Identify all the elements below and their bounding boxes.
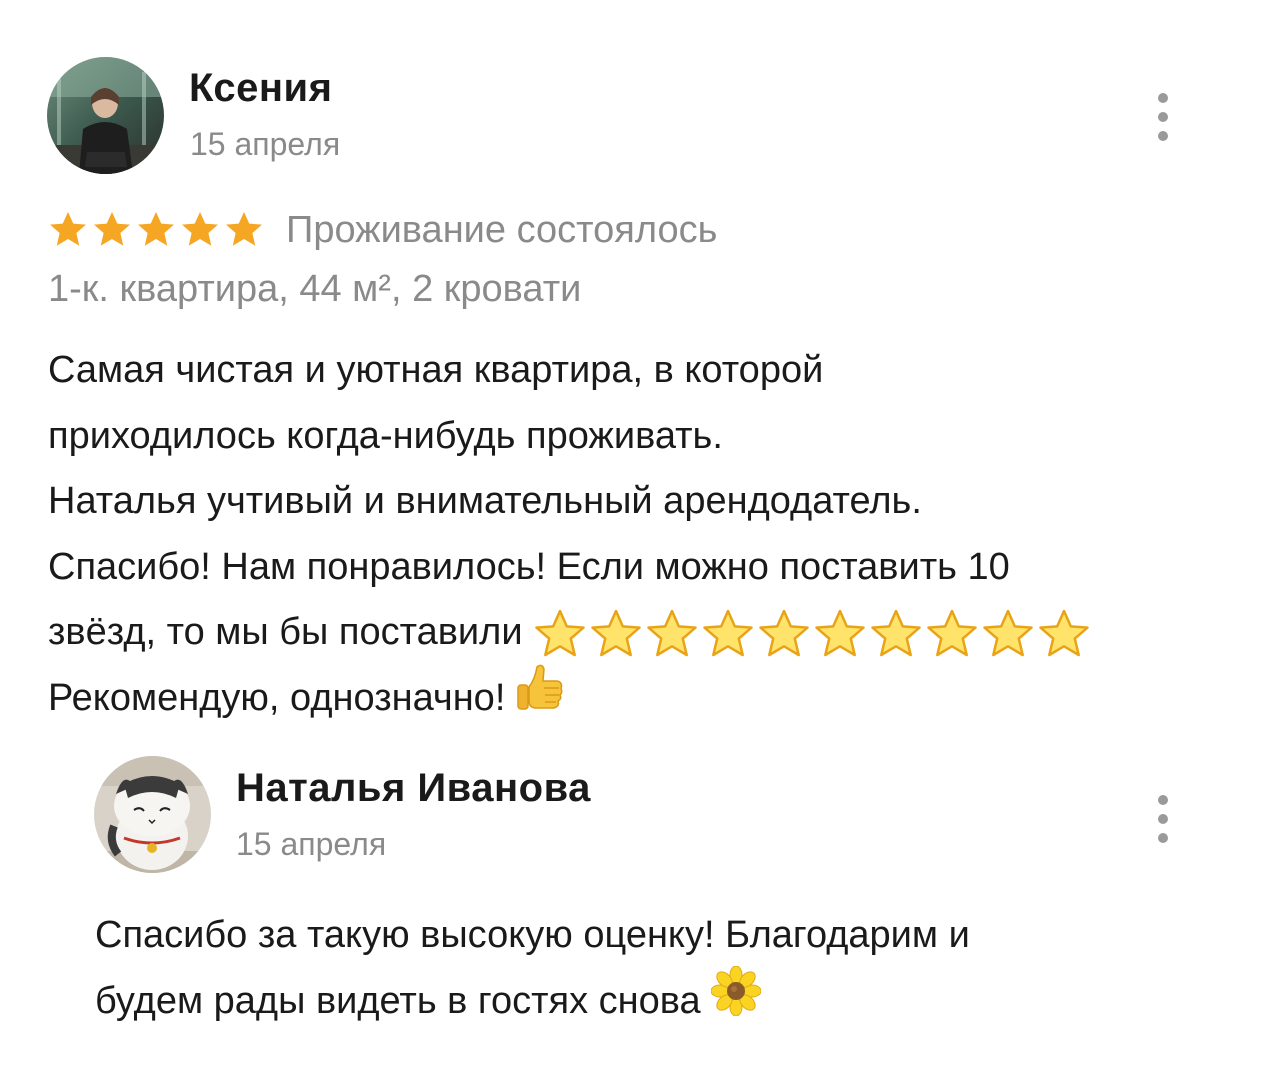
star-emoji-icon [814, 609, 865, 656]
rating-star-icon [226, 212, 262, 246]
star-emoji-icon [590, 609, 641, 656]
star-emoji-icon [534, 609, 585, 656]
review-text: Самая чистая и уютная квартира, в которо… [48, 338, 1238, 731]
stay-status: Проживание состоялось [286, 208, 718, 251]
reply-text-line: Спасибо за такую высокую оценку! Благода… [95, 914, 970, 956]
review-more-icon[interactable] [1151, 93, 1175, 141]
star-emoji-icon [982, 609, 1033, 656]
star-emoji-icon [758, 609, 809, 656]
rating-stars [48, 210, 264, 250]
rating-star-icon [94, 212, 130, 246]
menu-dot [1158, 814, 1168, 824]
star-emoji-icon [702, 609, 753, 656]
reply-text-line: будем рады видеть в гостях снова [95, 965, 1235, 1038]
menu-dot [1158, 131, 1168, 141]
star-emoji-icon [1038, 609, 1089, 656]
reply-text: Спасибо за такую высокую оценку! Благода… [95, 903, 1235, 1034]
reply-date: 15 апреля [236, 826, 387, 862]
menu-dot [1158, 833, 1168, 843]
star-emoji-icon [926, 609, 977, 656]
review-text-line: Рекомендую, однозначно! [48, 664, 1238, 732]
menu-dot [1158, 93, 1168, 103]
review-text-line: Спасибо! Нам понравилось! Если можно пос… [48, 545, 1010, 588]
menu-dot [1158, 112, 1168, 122]
star-emoji-icon [870, 609, 921, 656]
thumbs-up-emoji-icon [515, 661, 565, 737]
reviewer-avatar[interactable] [47, 57, 164, 174]
rating-star-icon [50, 212, 86, 246]
cat-toy-avatar-icon [94, 756, 211, 873]
reply-author-avatar[interactable] [94, 756, 211, 873]
reply-more-icon[interactable] [1151, 795, 1175, 843]
reviewer-name[interactable]: Ксения [189, 66, 332, 111]
rating-star-icon [138, 212, 174, 246]
star-emoji-row [533, 608, 1091, 658]
flower-emoji-icon [710, 965, 762, 1038]
review-text-line: звёзд, то мы бы поставили [48, 600, 1238, 666]
menu-dot [1158, 795, 1168, 805]
rating-star-icon [182, 212, 218, 246]
user-photo-avatar-icon [47, 57, 164, 174]
reply-author-name[interactable]: Наталья Иванова [236, 766, 591, 811]
star-emoji-icon [646, 609, 697, 656]
review-text-line: Наталья учтивый и внимательный арендодат… [48, 480, 922, 522]
review-text-line: Самая чистая и уютная квартира, в которо… [48, 349, 824, 391]
review-text-line: приходилось когда-нибудь проживать. [48, 414, 723, 457]
review-date: 15 апреля [190, 126, 341, 162]
rating-row: Проживание состоялось [48, 206, 717, 254]
listing-info: 1-к. квартира, 44 м², 2 кровати [48, 268, 582, 310]
